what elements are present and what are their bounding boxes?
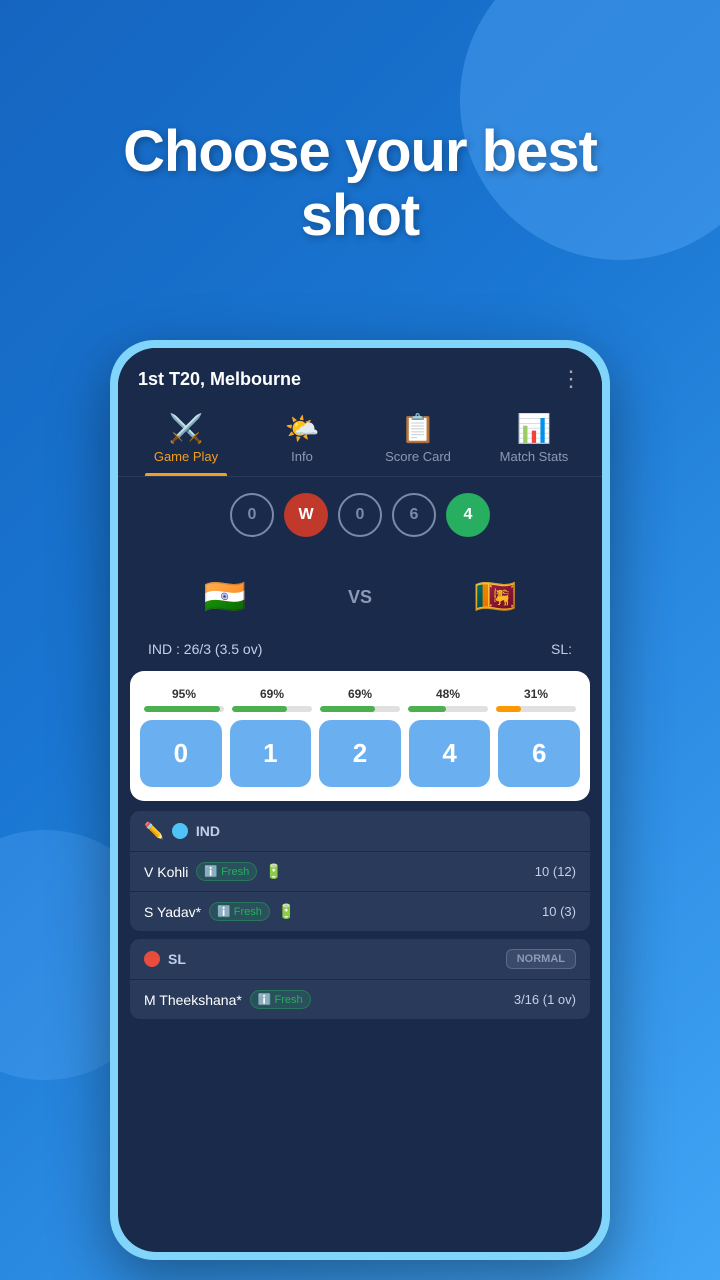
phone-screen: 1st T20, Melbourne ⋮ ⚔️ Game Play 🌤️ Inf… xyxy=(118,348,602,1252)
pct-fill-4 xyxy=(496,706,521,712)
team-scores: IND : 26/3 (3.5 ov) SL: xyxy=(118,641,602,671)
match-stats-icon: 📊 xyxy=(517,412,552,445)
ball-5: 4 xyxy=(446,493,490,537)
shot-btn-4[interactable]: 6 xyxy=(498,720,580,787)
ind-player-2: S Yadav* ℹ️ Fresh 🔋 10 (3) xyxy=(130,891,590,931)
sl-team-name: SL xyxy=(168,951,186,967)
ball-3: 0 xyxy=(338,493,382,537)
sl-player-1-info: M Theekshana* ℹ️ Fresh xyxy=(144,990,311,1009)
info-circle-icon: ℹ️ xyxy=(204,865,218,878)
sl-player-1-fresh: ℹ️ Fresh xyxy=(250,990,311,1009)
tab-match-stats-label: Match Stats xyxy=(500,449,569,464)
hero-line2: shot xyxy=(301,183,419,248)
phone-mockup: 1st T20, Melbourne ⋮ ⚔️ Game Play 🌤️ Inf… xyxy=(110,340,610,1260)
hero-line1: Choose your best xyxy=(123,119,597,184)
ind-player-1-info: V Kohli ℹ️ Fresh 🔋 xyxy=(144,862,283,881)
pct-bar-1 xyxy=(232,706,312,712)
pct-bar-4 xyxy=(496,706,576,712)
pct-fill-0 xyxy=(144,706,220,712)
ind-player-2-name: S Yadav* xyxy=(144,904,201,920)
sl-section-header: SL NORMAL xyxy=(130,939,590,979)
tab-score-card[interactable]: 📋 Score Card xyxy=(360,402,476,476)
pct-4: 31% xyxy=(524,687,548,701)
sl-player-1-name: M Theekshana* xyxy=(144,992,242,1008)
tab-match-stats[interactable]: 📊 Match Stats xyxy=(476,402,592,476)
battery-icon-2: 🔋 xyxy=(278,903,295,920)
ind-section: ✏️ IND V Kohli ℹ️ Fresh 🔋 10 (12) S Yada… xyxy=(130,811,590,931)
ball-4: 6 xyxy=(392,493,436,537)
pct-1: 69% xyxy=(260,687,284,701)
shot-selector: 95% 69% 69% xyxy=(130,671,590,801)
vs-separator: VS xyxy=(348,587,372,608)
tab-game-play[interactable]: ⚔️ Game Play xyxy=(128,402,244,476)
pct-0: 95% xyxy=(172,687,196,701)
info-circle-icon-2: ℹ️ xyxy=(217,905,231,918)
ind-team-name: IND xyxy=(196,823,220,839)
tab-info-label: Info xyxy=(291,449,313,464)
edit-icon: ✏️ xyxy=(144,821,164,841)
shot-col-2: 69% xyxy=(316,687,404,712)
tab-score-card-label: Score Card xyxy=(385,449,451,464)
ind-section-header: ✏️ IND xyxy=(130,811,590,851)
shot-col-1: 69% xyxy=(228,687,316,712)
away-team-flag: 🇱🇰 xyxy=(465,567,525,627)
shot-col-4: 31% xyxy=(492,687,580,712)
ind-dot xyxy=(172,823,188,839)
sl-player-1: M Theekshana* ℹ️ Fresh 3/16 (1 ov) xyxy=(130,979,590,1019)
sl-player-1-score: 3/16 (1 ov) xyxy=(514,992,576,1007)
sl-dot xyxy=(144,951,160,967)
pct-bar-2 xyxy=(320,706,400,712)
shot-btn-3[interactable]: 4 xyxy=(409,720,491,787)
pct-fill-1 xyxy=(232,706,287,712)
score-card-icon: 📋 xyxy=(401,412,436,445)
pct-fill-2 xyxy=(320,706,375,712)
match-center: 🇮🇳 VS 🇱🇰 xyxy=(118,553,602,641)
pct-bar-3 xyxy=(408,706,488,712)
away-team-score: SL: xyxy=(551,641,572,657)
ind-player-2-score: 10 (3) xyxy=(542,904,576,919)
shot-buttons: 0 1 2 4 6 xyxy=(140,720,580,787)
shot-col-0: 95% xyxy=(140,687,228,712)
ind-player-2-fresh: ℹ️ Fresh xyxy=(209,902,270,921)
normal-badge[interactable]: NORMAL xyxy=(506,949,576,969)
pct-bar-0 xyxy=(144,706,224,712)
ind-player-1-name: V Kohli xyxy=(144,864,188,880)
ind-player-1: V Kohli ℹ️ Fresh 🔋 10 (12) xyxy=(130,851,590,891)
home-team-score: IND : 26/3 (3.5 ov) xyxy=(148,641,262,657)
ind-player-1-score: 10 (12) xyxy=(535,864,576,879)
menu-button[interactable]: ⋮ xyxy=(560,366,582,392)
match-title: 1st T20, Melbourne xyxy=(138,369,301,390)
info-icon: 🌤️ xyxy=(285,412,320,445)
ball-2: W xyxy=(284,493,328,537)
pct-fill-3 xyxy=(408,706,446,712)
shot-btn-1[interactable]: 1 xyxy=(230,720,312,787)
tab-info[interactable]: 🌤️ Info xyxy=(244,402,360,476)
tab-navigation: ⚔️ Game Play 🌤️ Info 📋 Score Card 📊 Matc… xyxy=(118,402,602,477)
tab-game-play-label: Game Play xyxy=(154,449,218,464)
pct-3: 48% xyxy=(436,687,460,701)
game-play-icon: ⚔️ xyxy=(169,412,204,445)
shot-col-3: 48% xyxy=(404,687,492,712)
home-team-flag: 🇮🇳 xyxy=(195,567,255,627)
sl-section: SL NORMAL M Theekshana* ℹ️ Fresh 3/16 (1… xyxy=(130,939,590,1019)
ind-player-2-info: S Yadav* ℹ️ Fresh 🔋 xyxy=(144,902,295,921)
ball-1: 0 xyxy=(230,493,274,537)
shot-btn-0[interactable]: 0 xyxy=(140,720,222,787)
battery-icon-1: 🔋 xyxy=(265,863,282,880)
hero-text: Choose your best shot xyxy=(60,120,660,248)
info-circle-icon-sl: ℹ️ xyxy=(258,993,272,1006)
shot-btn-2[interactable]: 2 xyxy=(319,720,401,787)
balls-row: 0 W 0 6 4 xyxy=(118,477,602,553)
shot-percentages: 95% 69% 69% xyxy=(140,687,580,712)
top-bar: 1st T20, Melbourne ⋮ xyxy=(118,348,602,402)
ind-player-1-fresh: ℹ️ Fresh xyxy=(196,862,257,881)
pct-2: 69% xyxy=(348,687,372,701)
